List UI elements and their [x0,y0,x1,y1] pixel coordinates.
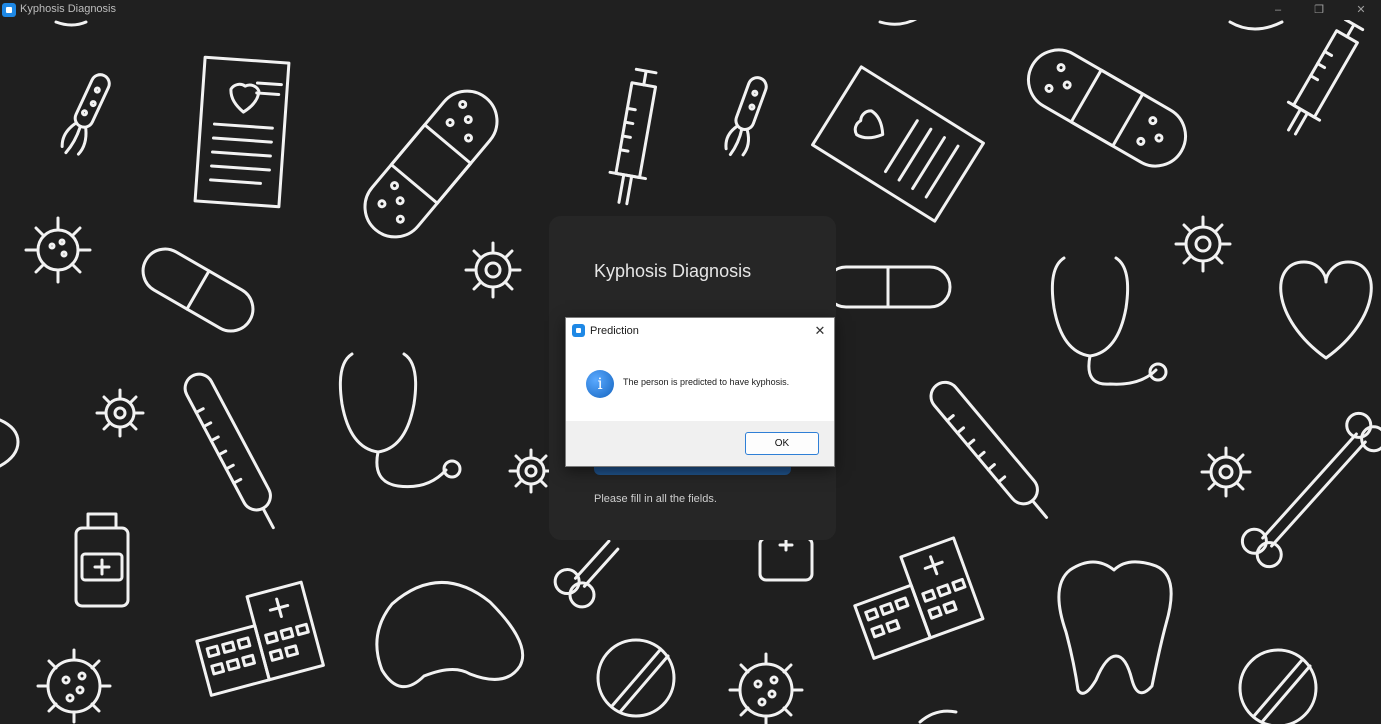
hospital-icon [195,580,325,697]
virus-icon [36,648,112,724]
partial-shape-icon [1228,20,1284,31]
stethoscope-icon [1050,256,1168,386]
medicine-bottle-icon [74,512,130,608]
dialog-message: The person is predicted to have kyphosis… [623,377,790,387]
status-message: Please fill in all the fields. [594,493,717,505]
bone-icon [1240,411,1381,569]
partial-shape-icon [54,20,88,27]
stethoscope-icon [338,352,462,489]
app-icon [2,3,16,17]
tablet-icon [596,638,676,718]
hospital-icon [853,536,985,660]
syringe-icon [1286,18,1365,136]
virus-icon [728,652,804,724]
ok-button[interactable]: OK [745,432,819,455]
thermometer-icon [183,372,275,530]
dialog-body: i The person is predicted to have kyphos… [566,344,834,421]
medicine-bottle-icon [758,536,814,582]
info-icon: i [586,370,614,398]
medical-report-icon [811,65,985,223]
heart-icon [1279,260,1373,360]
virus-icon [508,448,554,494]
tooth-icon [1057,560,1173,695]
restore-icon[interactable]: ❐ [1299,0,1339,20]
virus-icon [464,241,522,299]
virus-icon [1200,446,1252,498]
bandage-icon [1027,48,1187,168]
bacteria-icon [724,76,768,157]
dialog-close-icon[interactable]: ✕ [806,318,834,344]
syringe-icon [608,67,658,206]
tablet-icon [1238,648,1318,724]
tooth-icon [375,581,525,688]
partial-shape-icon [918,709,958,724]
virus-icon [95,388,145,438]
minimize-icon[interactable]: – [1258,0,1298,20]
dialog-titlebar: Prediction ✕ [566,318,834,344]
partial-shape-icon [0,418,20,468]
panel-title: Kyphosis Diagnosis [594,261,752,281]
app-icon [572,324,585,337]
prediction-dialog: Prediction ✕ i The person is predicted t… [565,317,835,467]
window-title: Kyphosis Diagnosis [20,3,116,15]
bandage-icon [363,89,499,239]
pill-icon [824,265,952,309]
dialog-title: Prediction [590,325,639,337]
virus-icon [1174,215,1232,273]
medical-report-icon [193,55,291,209]
bone-icon [553,539,620,609]
bacteria-icon [60,73,111,156]
pill-icon [141,247,255,333]
virus-icon [24,216,92,284]
window-titlebar: Kyphosis Diagnosis – ❐ ✕ [0,0,1381,20]
close-icon[interactable]: ✕ [1341,0,1381,20]
thermometer-icon [929,380,1049,519]
